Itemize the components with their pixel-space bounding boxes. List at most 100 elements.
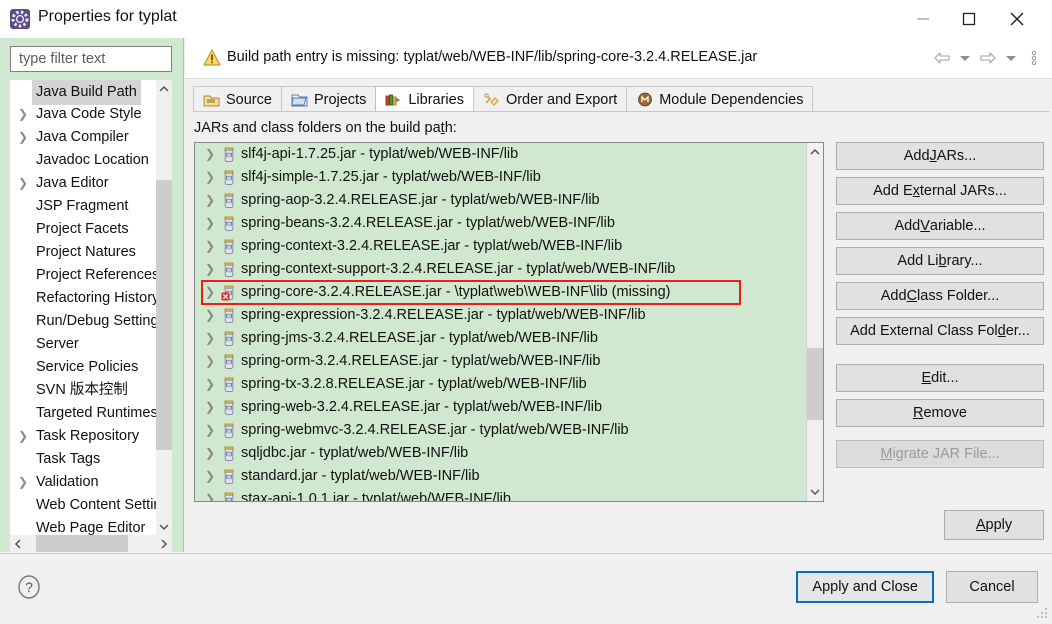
sidebar-scroll-thumb[interactable] xyxy=(156,180,172,450)
apply-and-close-button[interactable]: Apply and Close xyxy=(796,571,934,603)
forward-dropdown-icon[interactable] xyxy=(1001,48,1021,68)
sidebar-item-javadoc-location[interactable]: Javadoc Location xyxy=(10,149,156,172)
view-menu-icon[interactable] xyxy=(1024,48,1044,68)
table-row[interactable]: ❯ 010 sqljdbc.jar - typlat/web/WEB-INF/lib xyxy=(195,442,807,465)
chevron-right-icon[interactable]: ❯ xyxy=(205,143,217,166)
tab-bar[interactable]: Source Projects Libraries Order and Export M… xyxy=(193,86,1049,112)
table-row[interactable]: ❯ 010 spring-context-3.2.4.RELEASE.jar - t… xyxy=(195,235,807,258)
build-path-list[interactable]: ❯ 010 slf4j-api-1.7.25.jar - typlat/web/WE… xyxy=(194,142,824,502)
sidebar-item-task-tags[interactable]: Task Tags xyxy=(10,448,156,471)
tab-source[interactable]: Source xyxy=(193,86,282,112)
remove-button[interactable]: Remove xyxy=(836,399,1044,427)
list-scroll-thumb[interactable] xyxy=(807,348,823,420)
add-class-folder-button[interactable]: Add Class Folder... xyxy=(836,282,1044,310)
help-question-icon[interactable]: ? xyxy=(16,574,42,600)
sidebar-item-server[interactable]: Server xyxy=(10,333,156,356)
sidebar-item-java-build-path[interactable]: Java Build Path xyxy=(10,80,156,105)
cancel-button[interactable]: Cancel xyxy=(946,571,1038,603)
chevron-right-icon[interactable]: ❯ xyxy=(205,419,217,442)
tab-order-and-export[interactable]: Order and Export xyxy=(472,86,628,112)
tab-projects[interactable]: Projects xyxy=(280,86,377,112)
table-row[interactable]: ❯ 010 slf4j-simple-1.7.25.jar - typlat/web… xyxy=(195,166,807,189)
table-row[interactable]: ❯ 010 spring-webmvc-3.2.4.RELEASE.jar - ty… xyxy=(195,419,807,442)
search-input[interactable] xyxy=(17,46,171,72)
table-row[interactable]: ❯ 010 spring-context-support-3.2.4.RELEASE… xyxy=(195,258,807,281)
add-external-jars-button[interactable]: Add Ex ternal JARs... xyxy=(836,177,1044,205)
table-row[interactable]: ❯ 010 stax-api-1.0.1.jar - typlat/web/WEB-… xyxy=(195,488,807,501)
chevron-right-icon[interactable]: ❯ xyxy=(205,327,217,350)
forward-arrow-icon[interactable] xyxy=(978,48,998,68)
table-row[interactable]: ❯ 010 spring-web-3.2.4.RELEASE.jar - typla… xyxy=(195,396,807,419)
filter-text-box[interactable] xyxy=(10,46,172,72)
table-row[interactable]: ❯ 010 standard.jar - typlat/web/WEB-INF/li… xyxy=(195,465,807,488)
chevron-right-icon[interactable]: ❯ xyxy=(18,471,30,494)
sidebar-item-svn[interactable]: SVN 版本控制 xyxy=(10,379,156,402)
sidebar-horizontal-scrollbar[interactable] xyxy=(10,535,172,552)
sidebar-item-validation[interactable]: ❯ Validation xyxy=(10,471,156,494)
table-row[interactable]: ❯ 010 spring-tx-3.2.8.RELEASE.jar - typlat… xyxy=(195,373,807,396)
tab-libraries[interactable]: Libraries xyxy=(375,86,474,112)
sidebar-item-java-editor[interactable]: ❯ Java Editor xyxy=(10,172,156,195)
list-scroll-down-icon[interactable] xyxy=(807,483,823,501)
sidebar-item-run-debug-settings[interactable]: Run/Debug Settings xyxy=(10,310,156,333)
sidebar-item-project-references[interactable]: Project References xyxy=(10,264,156,287)
table-row[interactable]: ❯ 010 spring-expression-3.2.4.RELEASE.jar … xyxy=(195,304,807,327)
sidebar-item-java-code-style[interactable]: ❯ Java Code Style xyxy=(10,103,156,126)
chevron-right-icon[interactable]: ❯ xyxy=(18,425,30,448)
add-jars-button[interactable]: Add J ARs... xyxy=(836,142,1044,170)
chevron-right-icon[interactable]: ❯ xyxy=(18,126,30,149)
chevron-right-icon[interactable]: ❯ xyxy=(205,189,217,212)
sidebar-item-web-page-editor[interactable]: Web Page Editor xyxy=(10,517,156,535)
sidebar-item-project-facets[interactable]: Project Facets xyxy=(10,218,156,241)
sidebar-item-jsp-fragment[interactable]: JSP Fragment xyxy=(10,195,156,218)
close-button[interactable] xyxy=(994,0,1040,38)
chevron-right-icon[interactable]: ❯ xyxy=(205,304,217,327)
sidebar-item-web-content-settings[interactable]: Web Content Settings xyxy=(10,494,156,517)
back-dropdown-icon[interactable] xyxy=(955,48,975,68)
chevron-right-icon[interactable]: ❯ xyxy=(205,258,217,281)
scroll-left-icon[interactable] xyxy=(10,535,26,552)
table-row[interactable]: ❯ 010 slf4j-api-1.7.25.jar - typlat/web/WE… xyxy=(195,143,807,166)
back-arrow-icon[interactable] xyxy=(932,48,952,68)
table-row[interactable]: ❯ 010 spring-jms-3.2.4.RELEASE.jar - typla… xyxy=(195,327,807,350)
chevron-right-icon[interactable]: ❯ xyxy=(205,465,217,488)
chevron-right-icon[interactable]: ❯ xyxy=(205,488,217,501)
chevron-right-icon[interactable]: ❯ xyxy=(205,396,217,419)
chevron-right-icon[interactable]: ❯ xyxy=(205,373,217,396)
chevron-right-icon[interactable]: ❯ xyxy=(205,235,217,258)
sidebar-item-service-policies[interactable]: Service Policies xyxy=(10,356,156,379)
list-scroll-up-icon[interactable] xyxy=(807,143,823,161)
add-variable-button[interactable]: Add Variable... xyxy=(836,212,1044,240)
add-external-class-folder-button[interactable]: Add External Class Fol d er... xyxy=(836,317,1044,345)
sidebar-hscroll-thumb[interactable] xyxy=(36,535,128,552)
scroll-right-icon[interactable] xyxy=(156,535,172,552)
chevron-right-icon[interactable]: ❯ xyxy=(205,212,217,235)
sidebar-item-refactoring-history[interactable]: Refactoring History xyxy=(10,287,156,310)
sidebar-item-java-compiler[interactable]: ❯ Java Compiler xyxy=(10,126,156,149)
add-library-button[interactable]: Add Li b rary... xyxy=(836,247,1044,275)
maximize-button[interactable] xyxy=(946,0,992,38)
apply-button[interactable]: Apply xyxy=(944,510,1044,540)
table-row[interactable]: ❯010spring-core-3.2.4.RELEASE.jar - \typ… xyxy=(195,281,807,304)
table-row[interactable]: ❯ 010 spring-orm-3.2.4.RELEASE.jar - typla… xyxy=(195,350,807,373)
tab-module-dependencies[interactable]: Module Dependencies xyxy=(626,86,814,112)
table-row[interactable]: ❯ 010 spring-aop-3.2.4.RELEASE.jar - typla… xyxy=(195,189,807,212)
sidebar-vertical-scrollbar[interactable] xyxy=(156,80,172,535)
chevron-right-icon[interactable]: ❯ xyxy=(205,442,217,465)
resize-grip-icon[interactable] xyxy=(1035,606,1049,620)
chevron-right-icon[interactable]: ❯ xyxy=(205,350,217,373)
table-row[interactable]: ❯ 010 spring-beans-3.2.4.RELEASE.jar - typ… xyxy=(195,212,807,235)
sidebar-item-targeted-runtimes[interactable]: Targeted Runtimes xyxy=(10,402,156,425)
chevron-right-icon[interactable]: ❯ xyxy=(18,172,30,195)
chevron-right-icon[interactable]: ❯ xyxy=(205,281,217,304)
scroll-up-icon[interactable] xyxy=(156,80,172,97)
settings-tree[interactable]: Java Build Path ❯ Java Code Style ❯ Java Com… xyxy=(10,80,172,535)
sidebar-item-task-repository[interactable]: ❯ Task Repository xyxy=(10,425,156,448)
list-vertical-scrollbar[interactable] xyxy=(806,143,823,501)
sidebar-item-project-natures[interactable]: Project Natures xyxy=(10,241,156,264)
chevron-right-icon[interactable]: ❯ xyxy=(18,103,30,126)
edit-button[interactable]: Edit... xyxy=(836,364,1044,392)
minimize-button[interactable] xyxy=(900,0,946,38)
chevron-right-icon[interactable]: ❯ xyxy=(205,166,217,189)
scroll-down-icon[interactable] xyxy=(156,518,172,535)
